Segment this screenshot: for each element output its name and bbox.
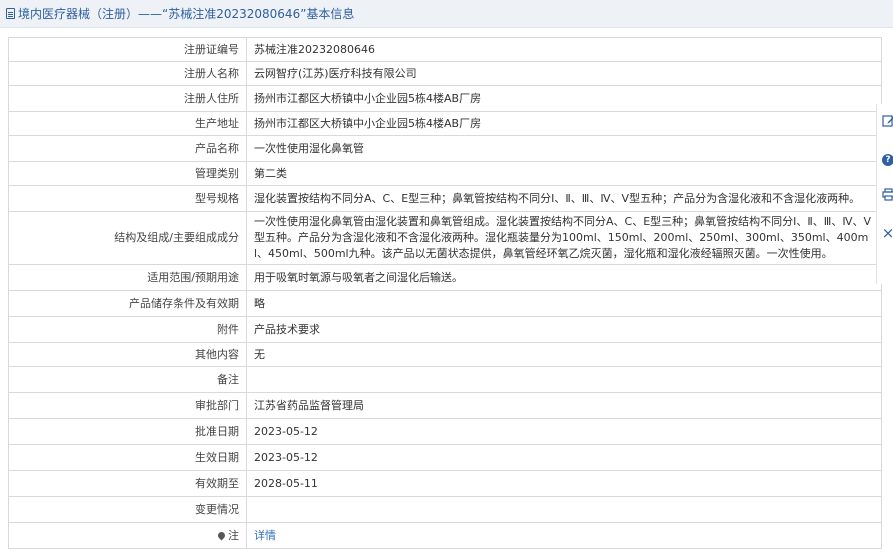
- row-label-production-address: 生产地址: [8, 111, 247, 136]
- row-value-effective-date: 2023-05-12: [246, 444, 882, 471]
- row-value-registrant-address: 扬州市江都区大桥镇中小企业园5栋4楼AB厂房: [246, 85, 882, 112]
- table-row: 管理类别 第二类: [8, 161, 882, 186]
- table-row: 审批部门 江苏省药品监督管理局: [8, 392, 882, 419]
- table-row: 注册证编号 苏械注准20232080646: [8, 37, 882, 62]
- row-value-note: 详情: [246, 522, 882, 549]
- row-value-product-name: 一次性使用湿化鼻氧管: [246, 135, 882, 162]
- row-value-intended-use: 用于吸氧时氧源与吸氧者之间湿化后输送。: [246, 264, 882, 291]
- row-label-remarks: 备注: [8, 366, 247, 393]
- close-icon[interactable]: ×: [881, 226, 893, 241]
- table-row: 变更情况: [8, 496, 882, 523]
- page-header: 境内医疗器械（注册）——“苏械注准20232080646”基本信息: [0, 0, 893, 28]
- details-link[interactable]: 详情: [254, 529, 276, 542]
- table-row: 附件 产品技术要求: [8, 316, 882, 343]
- row-label-other: 其他内容: [8, 342, 247, 367]
- row-label-management-category: 管理类别: [8, 161, 247, 186]
- row-value-production-address: 扬州市江都区大桥镇中小企业园5栋4楼AB厂房: [246, 111, 882, 136]
- table-row: 结构及组成/主要组成成分 一次性使用湿化鼻氧管由湿化装置和鼻氧管组成。湿化装置按…: [8, 211, 882, 265]
- row-label-approval-department: 审批部门: [8, 392, 247, 419]
- row-value-management-category: 第二类: [246, 161, 882, 186]
- row-value-registration-number: 苏械注准20232080646: [246, 37, 882, 62]
- row-label-model-spec: 型号规格: [8, 185, 247, 212]
- row-value-structure: 一次性使用湿化鼻氧管由湿化装置和鼻氧管组成。湿化装置按结构不同分A、C、E型三种…: [246, 211, 882, 265]
- row-label-intended-use: 适用范围/预期用途: [8, 264, 247, 291]
- row-value-model-spec: 湿化装置按结构不同分A、C、E型三种；鼻氧管按结构不同分Ⅰ、Ⅱ、Ⅲ、Ⅳ、Ⅴ型五种…: [246, 185, 882, 212]
- table-row: 批准日期 2023-05-12: [8, 418, 882, 445]
- detail-table: 注册证编号 苏械注准20232080646 注册人名称 云网智疗(江苏)医疗科技…: [8, 37, 882, 549]
- document-icon: [6, 8, 15, 19]
- row-value-storage: 略: [246, 290, 882, 317]
- table-row: 有效期至 2028-05-11: [8, 470, 882, 497]
- help-glyph: ?: [882, 154, 893, 166]
- row-value-approval-department: 江苏省药品监督管理局: [246, 392, 882, 419]
- table-row: 型号规格 湿化装置按结构不同分A、C、E型三种；鼻氧管按结构不同分Ⅰ、Ⅱ、Ⅲ、Ⅳ…: [8, 185, 882, 212]
- row-label-storage: 产品储存条件及有效期: [8, 290, 247, 317]
- row-label-attachment: 附件: [8, 316, 247, 343]
- page-title: 境内医疗器械（注册）——“苏械注准20232080646”基本信息: [18, 7, 355, 21]
- table-row: 适用范围/预期用途 用于吸氧时氧源与吸氧者之间湿化后输送。: [8, 264, 882, 291]
- page: 境内医疗器械（注册）——“苏械注准20232080646”基本信息 注册证编号 …: [0, 0, 893, 560]
- row-label-registrant-name: 注册人名称: [8, 61, 247, 86]
- row-label-valid-until: 有效期至: [8, 470, 247, 497]
- table-row: 生产地址 扬州市江都区大桥镇中小企业园5栋4楼AB厂房: [8, 111, 882, 136]
- row-label-product-name: 产品名称: [8, 135, 247, 162]
- row-value-approval-date: 2023-05-12: [246, 418, 882, 445]
- help-icon[interactable]: ?: [881, 152, 893, 166]
- note-label: 注: [228, 528, 239, 542]
- table-row: 注册人名称 云网智疗(江苏)医疗科技有限公司: [8, 61, 882, 86]
- table-row: 生效日期 2023-05-12: [8, 444, 882, 471]
- table-row: 备注: [8, 366, 882, 393]
- row-label-approval-date: 批准日期: [8, 418, 247, 445]
- print-icon[interactable]: [881, 188, 893, 202]
- row-value-change-status: [246, 496, 882, 523]
- table-row: 产品名称 一次性使用湿化鼻氧管: [8, 135, 882, 162]
- side-toolbar: ? ×: [876, 104, 893, 284]
- table-row: 其他内容 无: [8, 342, 882, 367]
- table-row: 注册人住所 扬州市江都区大桥镇中小企业园5栋4楼AB厂房: [8, 85, 882, 112]
- row-value-valid-until: 2028-05-11: [246, 470, 882, 497]
- edit-icon[interactable]: [881, 114, 893, 128]
- row-value-registrant-name: 云网智疗(江苏)医疗科技有限公司: [246, 61, 882, 86]
- row-value-other: 无: [246, 342, 882, 367]
- row-label-registrant-address: 注册人住所: [8, 85, 247, 112]
- row-label-effective-date: 生效日期: [8, 444, 247, 471]
- pin-icon: [216, 530, 227, 540]
- table-row: 产品储存条件及有效期 略: [8, 290, 882, 317]
- row-label-change-status: 变更情况: [8, 496, 247, 523]
- table-row: 注 详情: [8, 522, 882, 549]
- row-label-registration-number: 注册证编号: [8, 37, 247, 62]
- row-label-note: 注: [8, 522, 247, 549]
- row-value-remarks: [246, 366, 882, 393]
- row-value-attachment: 产品技术要求: [246, 316, 882, 343]
- row-label-structure: 结构及组成/主要组成成分: [8, 211, 247, 265]
